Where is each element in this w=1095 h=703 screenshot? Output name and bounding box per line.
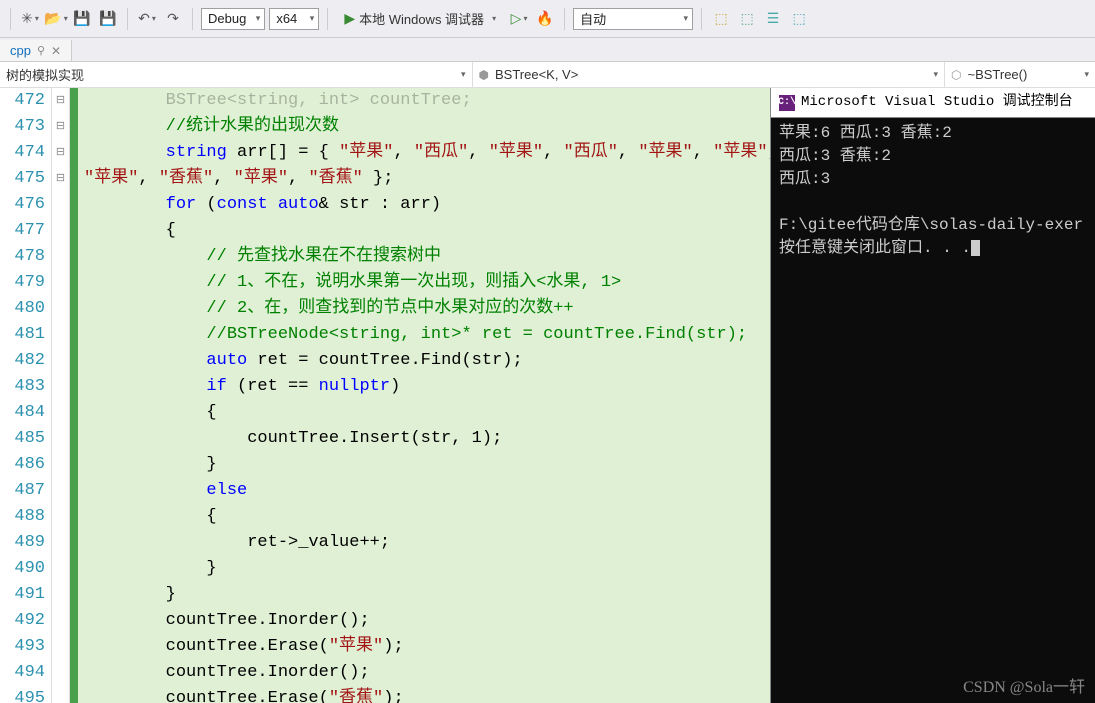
nav-bar: 树的模拟实现 ⬢BSTree<K, V> ⬡~BSTree() bbox=[0, 62, 1095, 88]
auto-dropdown[interactable]: 自动 bbox=[573, 8, 693, 30]
debugger-label: 本地 Windows 调试器 bbox=[359, 9, 484, 28]
nav-scope-dropdown[interactable]: 树的模拟实现 bbox=[0, 62, 473, 87]
save-all-button[interactable]: 💾 bbox=[97, 8, 119, 30]
console-icon: C:\ bbox=[779, 95, 795, 111]
platform-dropdown[interactable]: x64 bbox=[269, 8, 319, 30]
nav-member-dropdown[interactable]: ⬡~BSTree() bbox=[945, 62, 1095, 87]
document-tabs: cpp ⚲ ✕ bbox=[0, 38, 1095, 62]
close-icon[interactable]: ✕ bbox=[51, 44, 61, 58]
console-title-text: Microsoft Visual Studio 调试控制台 bbox=[801, 91, 1073, 114]
start-without-debug-button[interactable]: ▷ bbox=[508, 8, 530, 30]
tool-icon-2[interactable]: ⬚ bbox=[736, 8, 758, 30]
nav-class-dropdown[interactable]: ⬢BSTree<K, V> bbox=[473, 62, 946, 87]
hot-reload-button[interactable]: 🔥 bbox=[534, 8, 556, 30]
redo-button[interactable]: ↷ bbox=[162, 8, 184, 30]
console-titlebar[interactable]: C:\ Microsoft Visual Studio 调试控制台 bbox=[771, 88, 1095, 118]
cube-icon: ⬢ bbox=[479, 68, 489, 82]
console-output: 苹果:6 西瓜:3 香蕉:2 西瓜:3 香蕉:2 西瓜:3 F:\gitee代码… bbox=[771, 118, 1095, 264]
tool-icon-3[interactable]: ☰ bbox=[762, 8, 784, 30]
config-dropdown[interactable]: Debug bbox=[201, 8, 265, 30]
save-button[interactable]: 💾 bbox=[71, 8, 93, 30]
fold-gutter[interactable]: ⊟ ⊟ ⊟ ⊟ bbox=[52, 88, 70, 703]
line-gutter: 472 473 474 475 476 477 478 479 480 481 … bbox=[0, 88, 52, 703]
undo-button[interactable]: ↶ bbox=[136, 8, 158, 30]
open-button[interactable]: 📂 bbox=[45, 8, 67, 30]
change-bar bbox=[70, 88, 78, 703]
debug-console-window: C:\ Microsoft Visual Studio 调试控制台 苹果:6 西… bbox=[770, 88, 1095, 703]
main-toolbar: ✳ 📂 💾 💾 ↶ ↷ Debug x64 ▶本地 Windows 调试器 ▷ … bbox=[0, 0, 1095, 38]
start-debug-button[interactable]: ▶本地 Windows 调试器 bbox=[336, 7, 504, 31]
tab-label: cpp bbox=[10, 43, 31, 58]
file-tab-cpp[interactable]: cpp ⚲ ✕ bbox=[0, 40, 72, 61]
pin-icon[interactable]: ⚲ bbox=[37, 44, 45, 57]
new-item-button[interactable]: ✳ bbox=[19, 8, 41, 30]
tool-icon-1[interactable]: ⬚ bbox=[710, 8, 732, 30]
cube-icon: ⬡ bbox=[951, 68, 961, 82]
tool-icon-4[interactable]: ⬚ bbox=[788, 8, 810, 30]
code-editor[interactable]: 472 473 474 475 476 477 478 479 480 481 … bbox=[0, 88, 1095, 703]
